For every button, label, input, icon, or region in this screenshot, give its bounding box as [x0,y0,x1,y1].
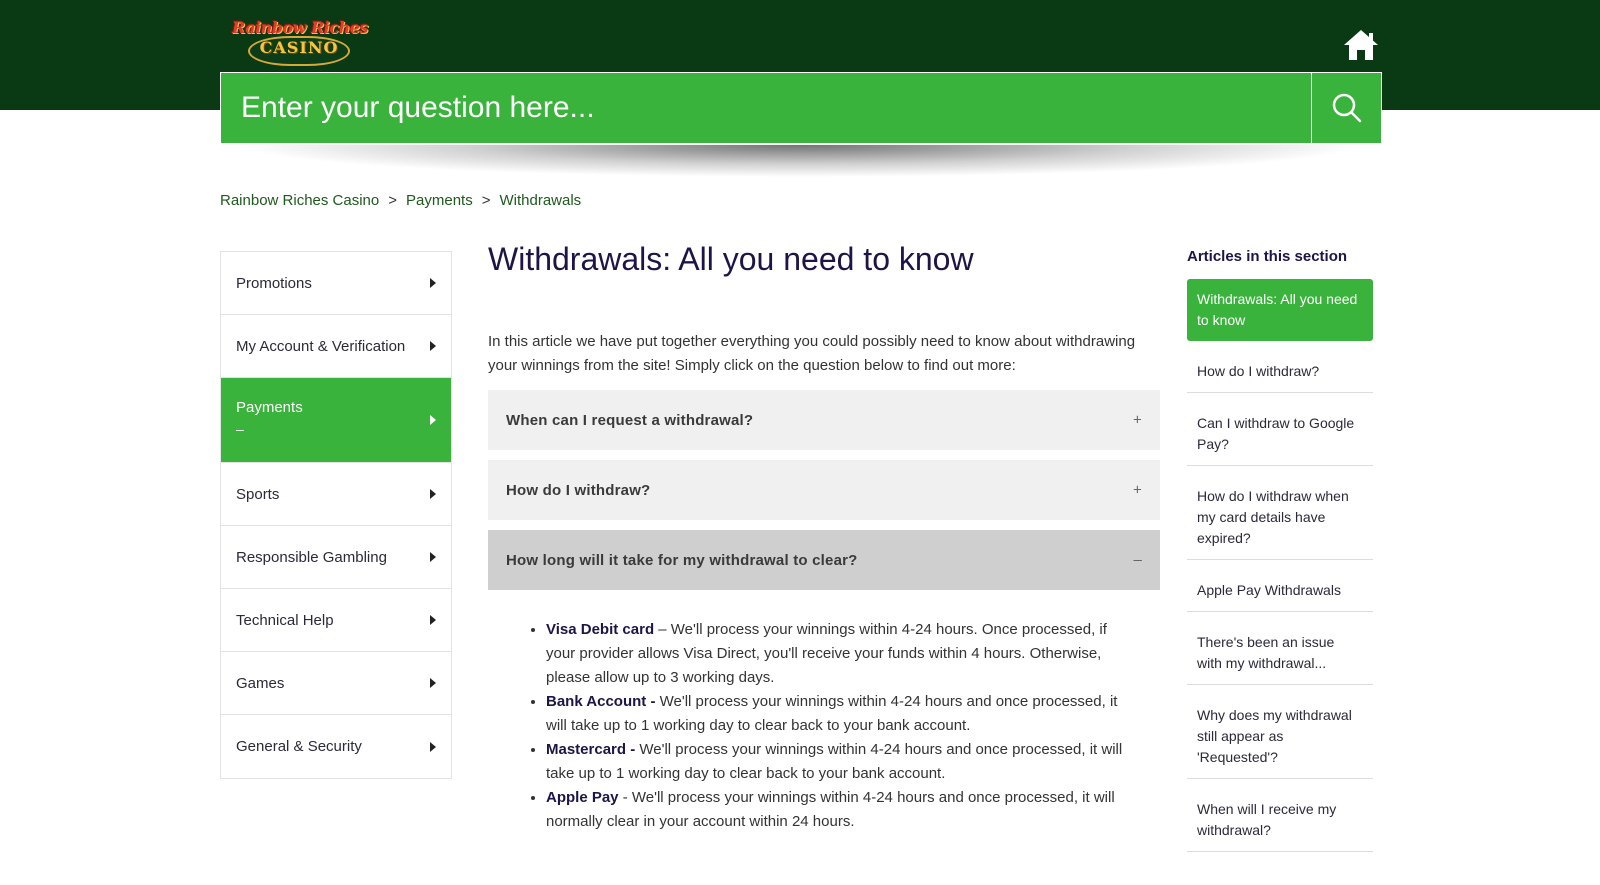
nav-item-promotions[interactable]: Promotions [221,252,451,315]
sidebar-article-link[interactable]: When will I receive my withdrawal? [1187,789,1373,852]
breadcrumb-home[interactable]: Rainbow Riches Casino [220,192,379,209]
caret-right-icon [430,489,436,499]
nav-label: Responsible Gambling [236,548,387,566]
accordion-title: How long will it take for my withdrawal … [506,551,858,569]
payment-method-name: Apple Pay [546,789,619,806]
caret-right-icon [430,552,436,562]
sidebar-heading: Articles in this section [1187,248,1348,265]
nav-item-my-account[interactable]: My Account & Verification [221,315,451,378]
accordion-how-withdraw[interactable]: How do I withdraw? + [488,460,1160,520]
article-intro: In this article we have put together eve… [488,333,1136,374]
logo-title: Rainbow Riches [232,18,368,37]
sidebar-article-link[interactable]: Withdrawals: All you need to know [1187,279,1373,341]
expand-icon: + [1133,411,1142,429]
logo-subtitle: CASINO [259,38,339,57]
list-item: Visa Debit card – We'll process your win… [546,618,1128,690]
list-item: Apple Pay - We'll process your winnings … [546,786,1128,834]
breadcrumb: Rainbow Riches Casino > Payments > Withdrawa… [220,192,581,209]
nav-item-payments[interactable]: Payments – [221,378,451,463]
nav-collapse-dash: – [236,421,244,437]
search-icon [1332,93,1361,123]
nav-item-responsible-gambling[interactable]: Responsible Gambling [221,526,451,589]
caret-right-icon [430,341,436,351]
list-item: Mastercard - We'll process your winnings… [546,738,1128,786]
payment-method-name: Visa Debit card [546,621,655,638]
breadcrumb-withdrawals[interactable]: Withdrawals [499,192,581,209]
accordion-title: When can I request a withdrawal? [506,411,754,429]
nav-item-games[interactable]: Games [221,652,451,715]
category-nav: Promotions My Account & Verification Pay… [220,251,452,779]
expand-icon: + [1133,481,1142,499]
nav-item-sports[interactable]: Sports [221,463,451,526]
nav-label: My Account & Verification [236,337,406,355]
breadcrumb-separator: > [481,192,491,209]
caret-right-icon [430,615,436,625]
caret-right-icon [430,415,436,425]
search-shadow [240,145,1360,177]
accordion-content: Visa Debit card – We'll process your win… [488,618,1128,834]
section-articles: Articles in this section Withdrawals: Al… [1187,248,1373,852]
caret-right-icon [430,278,436,288]
accordion-title: How do I withdraw? [506,481,651,499]
sidebar-article-link[interactable]: There's been an issue with my withdrawal… [1187,622,1373,685]
search-bar [220,72,1382,144]
page-title: Withdrawals: All you need to know [488,241,974,277]
nav-item-general-security[interactable]: General & Security [221,715,451,778]
caret-right-icon [430,678,436,688]
nav-label: Games [236,674,285,692]
article: Withdrawals: All you need to know In thi… [488,240,1160,830]
sidebar-article-link[interactable]: How do I withdraw when my card details h… [1187,476,1373,560]
breadcrumb-separator: > [388,192,398,209]
payment-method-detail: - We'll process your winnings within 4-2… [546,789,1115,830]
sidebar-article-link[interactable]: Apple Pay Withdrawals [1187,570,1373,612]
payment-method-name: Mastercard - [546,741,636,758]
nav-label: Payments [236,399,303,416]
accordion-how-long[interactable]: How long will it take for my withdrawal … [488,530,1160,590]
search-input[interactable] [221,73,1311,143]
sidebar-article-link[interactable]: How do I withdraw? [1187,351,1373,393]
breadcrumb-payments[interactable]: Payments [406,192,473,209]
nav-label: Sports [236,485,280,503]
site-logo[interactable]: Rainbow Riches CASINO [220,16,380,66]
nav-item-technical-help[interactable]: Technical Help [221,589,451,652]
search-button[interactable] [1311,73,1381,143]
accordion-when-request[interactable]: When can I request a withdrawal? + [488,390,1160,450]
caret-right-icon [430,741,436,752]
payment-method-name: Bank Account - [546,693,656,710]
home-icon[interactable] [1342,28,1380,62]
list-item: Bank Account - We'll process your winnin… [546,690,1128,738]
nav-label: Promotions [236,274,312,292]
sidebar-article-link[interactable]: Why does my withdrawal still appear as '… [1187,695,1373,779]
collapse-icon: – [1133,551,1142,569]
nav-label: Technical Help [236,611,334,629]
sidebar-article-link[interactable]: Can I withdraw to Google Pay? [1187,403,1373,466]
nav-label: General & Security [236,738,362,755]
